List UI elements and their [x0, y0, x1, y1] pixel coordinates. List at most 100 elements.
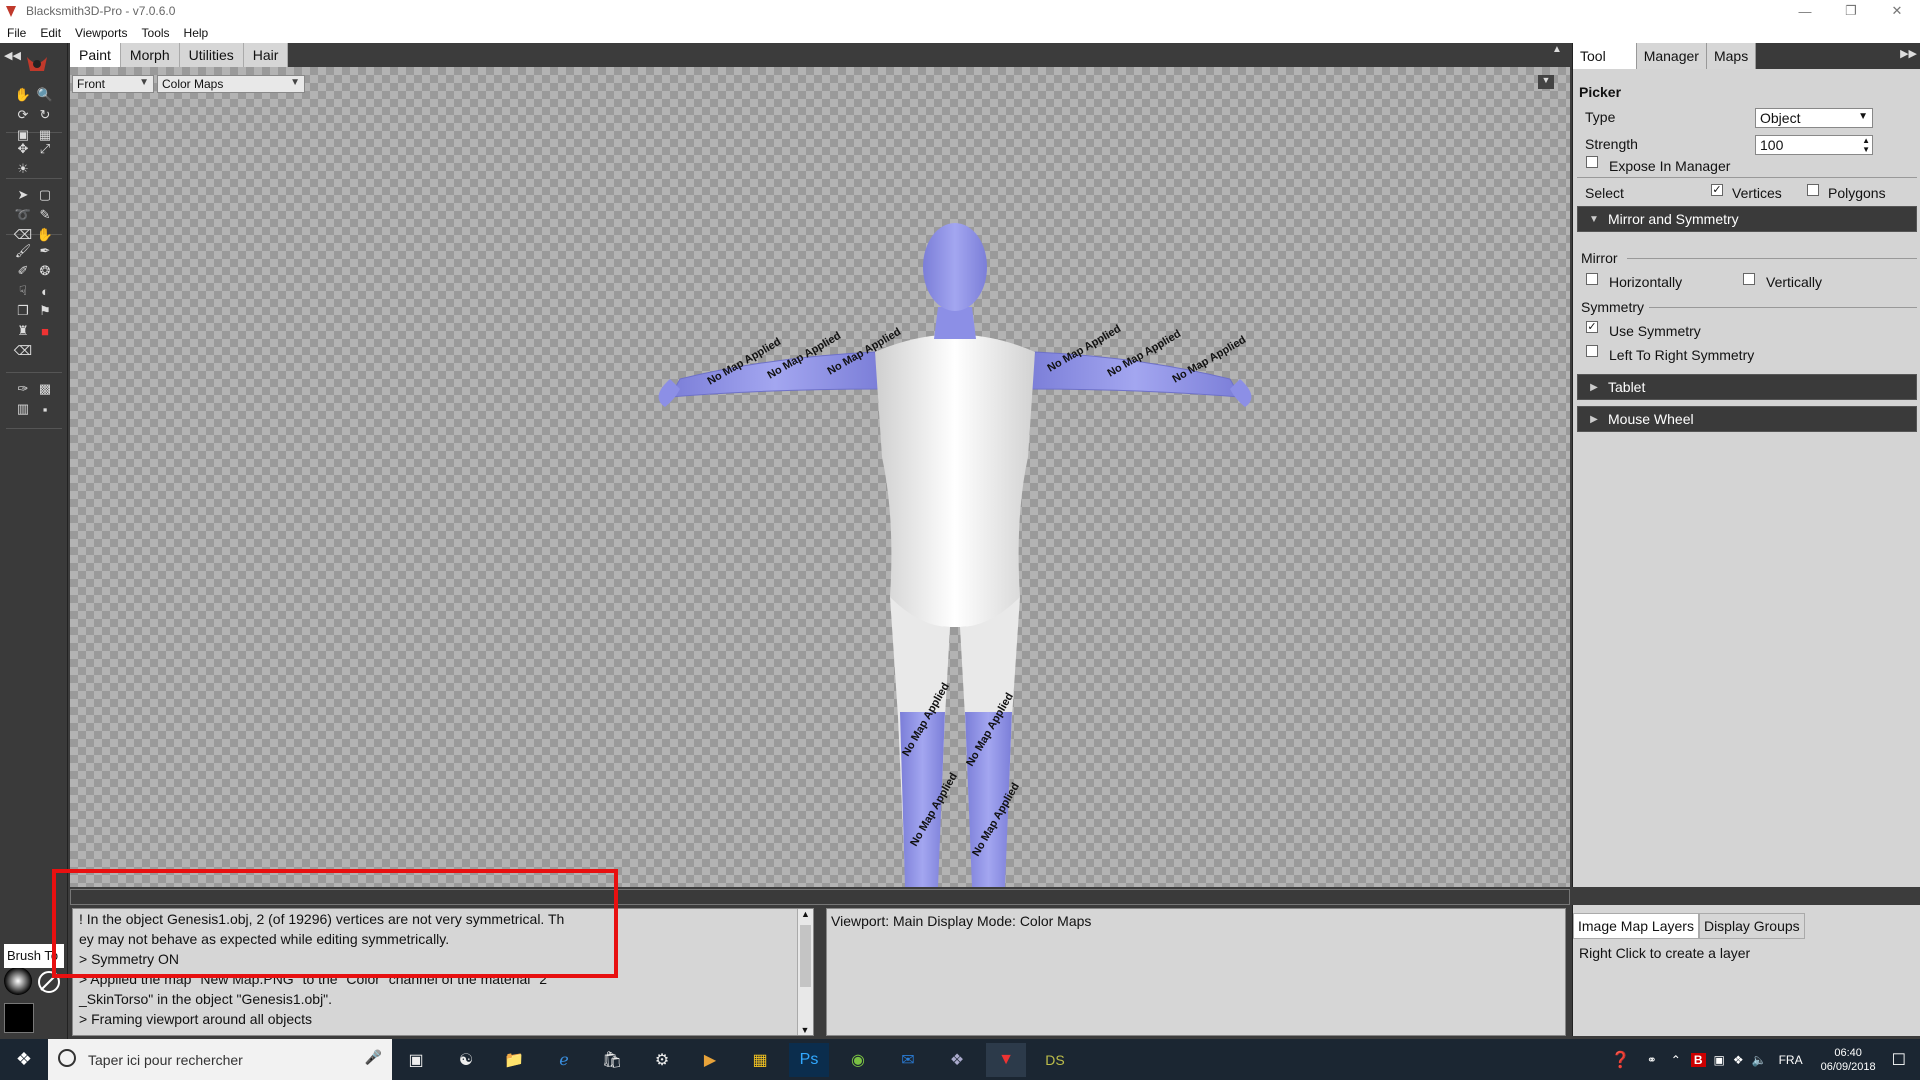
- tab-paint[interactable]: Paint: [70, 43, 121, 67]
- horizontally-checkbox[interactable]: [1586, 273, 1598, 285]
- tab-maps[interactable]: Maps: [1706, 43, 1757, 69]
- volume-icon[interactable]: 🔈: [1752, 1053, 1767, 1067]
- pointer-icon[interactable]: ➤: [12, 185, 34, 205]
- horizontally-label: Horizontally: [1609, 274, 1683, 290]
- app-icon[interactable]: ❖: [937, 1043, 977, 1077]
- log-scrollbar[interactable]: ▲ ▼: [797, 909, 813, 1035]
- tiles-icon[interactable]: ▦: [740, 1043, 780, 1077]
- tab-utilities[interactable]: Utilities: [179, 43, 244, 67]
- lasso-icon[interactable]: ➰: [12, 205, 34, 225]
- collapse-right-icon[interactable]: ▶▶: [1900, 47, 1917, 60]
- task-view-icon[interactable]: ▣: [396, 1043, 436, 1077]
- file-explorer-icon[interactable]: 📁: [494, 1043, 534, 1077]
- scroll-thumb[interactable]: [800, 925, 811, 987]
- orbit-icon[interactable]: ⟳: [12, 105, 34, 125]
- scroll-up-icon[interactable]: ▲: [798, 909, 813, 919]
- eyedropper-icon[interactable]: ✑: [12, 379, 34, 399]
- light-icon[interactable]: ☀: [12, 159, 34, 179]
- store-icon[interactable]: 🛍: [592, 1043, 632, 1077]
- people-icon[interactable]: ⚭: [1647, 1053, 1657, 1067]
- daz-studio-icon[interactable]: DS: [1035, 1043, 1075, 1077]
- main-viewport[interactable]: Front ▼ Color Maps ▼ ▼ No Map Applied No…: [70, 67, 1570, 887]
- stepper-arrows-icon[interactable]: ▲ ▼: [1862, 136, 1870, 154]
- pen-icon[interactable]: ✒: [34, 241, 56, 261]
- minimize-button[interactable]: —: [1782, 0, 1828, 22]
- app-icon[interactable]: ⚙: [642, 1043, 682, 1077]
- tab-manager[interactable]: Manager: [1636, 43, 1707, 69]
- marquee-icon[interactable]: ▢: [34, 185, 56, 205]
- eraser-icon[interactable]: ⌫: [12, 341, 34, 361]
- character-model[interactable]: No Map Applied No Map Applied No Map App…: [620, 157, 1370, 887]
- smudge-icon[interactable]: ☟: [12, 281, 34, 301]
- microphone-icon[interactable]: 🎤: [365, 1049, 382, 1066]
- dropbox-icon[interactable]: ❖: [1733, 1053, 1744, 1067]
- tab-display-groups[interactable]: Display Groups: [1698, 913, 1805, 939]
- mouse-wheel-section[interactable]: ▶ Mouse Wheel: [1577, 406, 1917, 432]
- dodge-icon[interactable]: ◐: [34, 281, 56, 301]
- brush-icon[interactable]: 🖌: [12, 241, 34, 261]
- tablet-section[interactable]: ▶ Tablet: [1577, 374, 1917, 400]
- uv-icon[interactable]: ▥: [12, 399, 34, 419]
- vertically-checkbox[interactable]: [1743, 273, 1755, 285]
- brush-preview-icon[interactable]: [4, 967, 32, 995]
- tab-hair[interactable]: Hair: [243, 43, 289, 67]
- type-select[interactable]: Object ▼: [1755, 108, 1873, 128]
- pan-hand-icon[interactable]: ✋: [12, 85, 34, 105]
- rotate-icon[interactable]: ↻: [34, 105, 56, 125]
- clear-icon[interactable]: ■: [34, 321, 56, 341]
- outlook-icon[interactable]: ✉: [888, 1043, 928, 1077]
- checker-icon[interactable]: ▪: [34, 399, 56, 419]
- menu-edit[interactable]: Edit: [33, 26, 68, 40]
- clock[interactable]: 06:40 06/09/2018: [1821, 1046, 1876, 1074]
- expose-checkbox[interactable]: [1586, 156, 1598, 168]
- tab-image-map-layers[interactable]: Image Map Layers: [1573, 913, 1699, 939]
- color-swatch[interactable]: [4, 1003, 34, 1033]
- nvidia-icon[interactable]: ◉: [838, 1043, 878, 1077]
- airbrush-icon[interactable]: ✐: [12, 261, 34, 281]
- clone-icon[interactable]: ❐: [12, 301, 34, 321]
- app-launcher-icon[interactable]: ☯: [446, 1043, 486, 1077]
- menu-tools[interactable]: Tools: [135, 26, 177, 40]
- ltr-symmetry-checkbox[interactable]: [1586, 345, 1598, 357]
- menu-help[interactable]: Help: [177, 26, 216, 40]
- view-select[interactable]: Front ▼: [72, 75, 154, 93]
- scale-icon[interactable]: ⤢: [34, 139, 56, 159]
- blacksmith-taskbar-icon[interactable]: ▼: [986, 1043, 1026, 1077]
- pattern-icon[interactable]: ▩: [34, 379, 56, 399]
- chevron-up-icon[interactable]: ⌃: [1671, 1053, 1681, 1067]
- menu-file[interactable]: File: [0, 26, 33, 40]
- move-icon[interactable]: ✥: [12, 139, 34, 159]
- strength-stepper[interactable]: 100 ▲ ▼: [1755, 135, 1873, 155]
- stamp-icon[interactable]: ⚑: [34, 301, 56, 321]
- scroll-down-icon[interactable]: ▼: [798, 1025, 812, 1035]
- help-icon[interactable]: ❓: [1611, 1050, 1631, 1070]
- notification-icon[interactable]: ☐: [1892, 1050, 1906, 1070]
- mirror-symmetry-section[interactable]: ▼ Mirror and Symmetry: [1577, 206, 1917, 232]
- scroll-up-icon[interactable]: ▲: [1552, 44, 1562, 55]
- color-wheel-icon[interactable]: ❂: [34, 261, 56, 281]
- tab-morph[interactable]: Morph: [120, 43, 180, 67]
- vertices-checkbox[interactable]: ✓: [1711, 184, 1723, 196]
- polygons-checkbox[interactable]: [1807, 184, 1819, 196]
- taskbar-search[interactable]: Taper ici pour rechercher 🎤: [48, 1039, 392, 1080]
- media-player-icon[interactable]: ▶: [690, 1043, 730, 1077]
- windows-start-icon[interactable]: ❖: [0, 1039, 48, 1080]
- viewport-menu-icon[interactable]: ▼: [1538, 75, 1554, 89]
- maximize-button[interactable]: ❐: [1828, 0, 1874, 22]
- bucket-icon[interactable]: ♜: [12, 321, 34, 341]
- language-indicator[interactable]: FRA: [1779, 1053, 1803, 1067]
- chevron-down-icon: ▼: [1858, 111, 1868, 122]
- network-icon[interactable]: ▣: [1714, 1053, 1725, 1067]
- zoom-icon[interactable]: 🔍: [34, 85, 56, 105]
- photoshop-icon[interactable]: Ps: [789, 1043, 829, 1077]
- tab-tool[interactable]: Tool: [1573, 43, 1637, 69]
- map-select[interactable]: Color Maps ▼: [157, 75, 305, 93]
- use-symmetry-checkbox[interactable]: ✓: [1586, 321, 1598, 333]
- edge-browser-icon[interactable]: ℯ: [544, 1043, 584, 1077]
- menu-viewports[interactable]: Viewports: [68, 26, 134, 40]
- triangle-right-icon: ▶: [1590, 381, 1598, 393]
- collapse-left-icon[interactable]: ◀◀: [4, 49, 21, 62]
- paint-select-icon[interactable]: ✎: [34, 205, 56, 225]
- close-button[interactable]: ✕: [1874, 0, 1920, 22]
- antivirus-icon[interactable]: B: [1690, 1052, 1706, 1067]
